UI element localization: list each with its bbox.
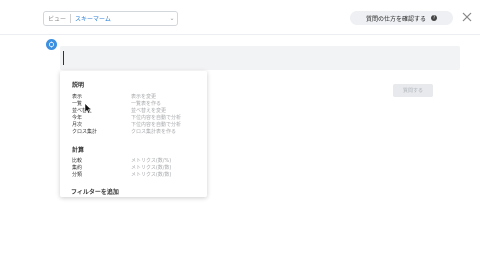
suggestion-item-compare[interactable]: 比較 メトリクス(数/%): [72, 158, 204, 165]
query-input[interactable]: [60, 46, 460, 70]
chevron-down-icon: ⌄: [169, 15, 175, 22]
suggestion-name: クロス集計: [72, 129, 98, 135]
suggestion-name: 集約: [72, 165, 83, 171]
suggestion-item-display[interactable]: 表示 表示を変更: [72, 94, 204, 101]
suggestion-name: 分類: [72, 172, 83, 178]
suggestion-desc: 一覧表を作る: [131, 101, 162, 107]
suggestion-desc: 表示を変更: [131, 94, 157, 100]
suggestion-item-monthly[interactable]: 月次 下位内容を自動で分析: [72, 122, 204, 129]
section-title-calculation: 計算: [72, 147, 85, 154]
suggestion-item-crosstab[interactable]: クロス集計 クロス集計表を作る: [72, 129, 204, 136]
add-filter-link[interactable]: フィルターを追加: [71, 187, 119, 196]
suggestion-desc: メトリクス(数/数): [131, 165, 172, 171]
suggestion-item-classify[interactable]: 分類 メトリクス(数/数): [72, 172, 204, 179]
mouse-pointer-icon: [84, 103, 92, 114]
view-selector-divider: [70, 14, 72, 23]
help-button-label: 質問の仕方を確認する: [365, 15, 426, 23]
suggestion-desc: クロス集計表を作る: [131, 129, 177, 135]
suggestion-name: 表示: [72, 94, 83, 100]
view-selector[interactable]: ビュー スキーマーム ⌄: [43, 11, 178, 26]
view-selector-label: ビュー: [48, 16, 67, 23]
header-divider: [0, 34, 480, 35]
suggestion-name: 今年: [72, 115, 83, 121]
assistant-icon: [46, 39, 57, 50]
suggestion-desc: 下位内容を自動で分析: [131, 122, 182, 128]
section-title-description: 説明: [72, 82, 85, 89]
suggestion-desc: メトリクス(数/%): [131, 158, 172, 164]
suggestion-item-aggregate[interactable]: 集約 メトリクス(数/数): [72, 165, 204, 172]
close-icon: [462, 12, 472, 22]
text-cursor: [63, 51, 64, 65]
suggestion-desc: メトリクス(数/数): [131, 172, 172, 178]
suggestion-dropdown: 説明 表示 表示を変更 一覧 一覧表を作る 並べ替え 並べ替えを変更 今年 下位…: [60, 71, 207, 197]
close-button[interactable]: [459, 9, 475, 25]
help-button[interactable]: 質問の仕方を確認する ?: [350, 11, 453, 25]
suggestion-name: 比較: [72, 158, 83, 164]
suggestion-name: 月次: [72, 122, 83, 128]
suggestion-desc: 下位内容を自動で分析: [131, 115, 182, 121]
suggestion-item-this-year[interactable]: 今年 下位内容を自動で分析: [72, 115, 204, 122]
view-selector-value: スキーマーム: [75, 16, 111, 23]
ask-button[interactable]: 質問する: [393, 84, 433, 97]
question-icon: ?: [431, 15, 437, 21]
suggestion-desc: 並べ替えを変更: [131, 108, 167, 114]
suggestion-name: 一覧: [72, 101, 83, 107]
